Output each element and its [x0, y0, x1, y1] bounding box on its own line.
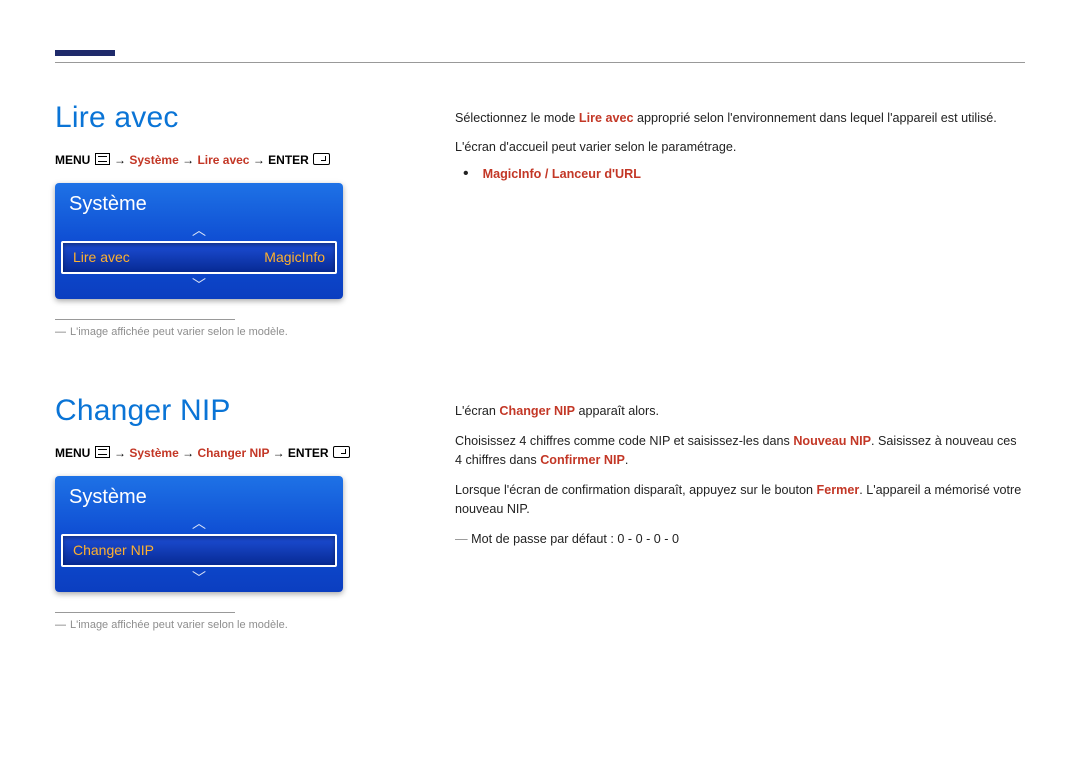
osd-header: Système: [55, 476, 343, 515]
hamburger-menu-icon: [95, 153, 110, 165]
osd-header: Système: [55, 183, 343, 222]
menu-path-lire-avec: MENU → Système → Lire avec → ENTER: [55, 153, 395, 167]
menu-step-lire-avec: Lire avec: [197, 153, 249, 167]
osd-row-value: MagicInfo: [264, 249, 325, 265]
highlight-text: Fermer: [817, 483, 860, 497]
menu-step-systeme: Système: [129, 153, 178, 167]
osd-panel-lire-avec: Système ︿ Lire avec MagicInfo ﹀: [55, 183, 343, 299]
bullet-text: MagicInfo / Lanceur d'URL: [483, 167, 641, 181]
arrow-icon: →: [114, 153, 129, 167]
osd-row-label: Lire avec: [73, 249, 130, 265]
body-text-changer-nip: L'écran Changer NIP apparaît alors. Choi…: [455, 394, 1025, 631]
footnote-text: L'image affichée peut varier selon le mo…: [70, 619, 288, 631]
highlight-text: Confirmer NIP: [540, 453, 625, 467]
arrow-icon: →: [182, 446, 197, 460]
highlight-text: Changer NIP: [499, 404, 575, 418]
section-changer-nip: Changer NIP MENU → Système → Changer NIP…: [55, 394, 1025, 631]
footnote-text: L'image affichée peut varier selon le mo…: [70, 326, 288, 338]
top-horizontal-rule: [55, 62, 1025, 63]
note-text: Mot de passe par défaut : 0 - 0 - 0 - 0: [471, 532, 679, 546]
body-text: L'écran: [455, 404, 499, 418]
highlight-text: Lire avec: [579, 111, 634, 125]
arrow-icon: →: [114, 446, 129, 460]
chevron-up-icon[interactable]: ︿: [55, 222, 343, 238]
bullet-item: • MagicInfo / Lanceur d'URL: [455, 167, 1025, 181]
osd-row-changer-nip[interactable]: Changer NIP: [61, 534, 337, 567]
default-password-note: ― Mot de passe par défaut : 0 - 0 - 0 - …: [455, 530, 1025, 550]
body-text: .: [625, 453, 629, 467]
top-accent-bar: [55, 50, 115, 56]
hamburger-menu-icon: [95, 446, 110, 458]
body-text: Choisissez 4 chiffres comme code NIP et …: [455, 434, 793, 448]
body-text: approprié selon l'environnement dans leq…: [634, 111, 997, 125]
osd-panel-changer-nip: Système ︿ Changer NIP ﹀: [55, 476, 343, 592]
section-lire-avec: Lire avec MENU → Système → Lire avec → E…: [55, 101, 1025, 338]
osd-row-label: Changer NIP: [73, 542, 154, 558]
enter-key-icon: [313, 153, 330, 165]
menu-step-systeme: Système: [129, 446, 178, 460]
section-title-lire-avec: Lire avec: [55, 101, 395, 135]
footnote-lire-avec: ―L'image affichée peut varier selon le m…: [55, 326, 395, 338]
body-text: apparaît alors.: [575, 404, 659, 418]
body-text: L'écran d'accueil peut varier selon le p…: [455, 138, 1025, 157]
osd-row-lire-avec[interactable]: Lire avec MagicInfo: [61, 241, 337, 274]
highlight-text: Nouveau NIP: [793, 434, 871, 448]
body-text: Sélectionnez le mode: [455, 111, 579, 125]
body-text: Lorsque l'écran de confirmation disparaî…: [455, 483, 817, 497]
enter-label: ENTER: [268, 153, 309, 167]
body-text-lire-avec: Sélectionnez le mode Lire avec approprié…: [455, 101, 1025, 338]
arrow-icon: →: [273, 446, 288, 460]
footnote-divider: [55, 612, 235, 613]
menu-label: MENU: [55, 446, 90, 460]
enter-label: ENTER: [288, 446, 329, 460]
menu-step-changer-nip: Changer NIP: [197, 446, 269, 460]
footnote-changer-nip: ―L'image affichée peut varier selon le m…: [55, 619, 395, 631]
arrow-icon: →: [253, 153, 268, 167]
chevron-up-icon[interactable]: ︿: [55, 515, 343, 531]
menu-path-changer-nip: MENU → Système → Changer NIP → ENTER: [55, 446, 395, 460]
section-title-changer-nip: Changer NIP: [55, 394, 395, 428]
chevron-down-icon[interactable]: ﹀: [55, 277, 343, 293]
chevron-down-icon[interactable]: ﹀: [55, 570, 343, 586]
footnote-divider: [55, 319, 235, 320]
arrow-icon: →: [182, 153, 197, 167]
menu-label: MENU: [55, 153, 90, 167]
enter-key-icon: [333, 446, 350, 458]
bullet-dot-icon: •: [463, 167, 469, 181]
